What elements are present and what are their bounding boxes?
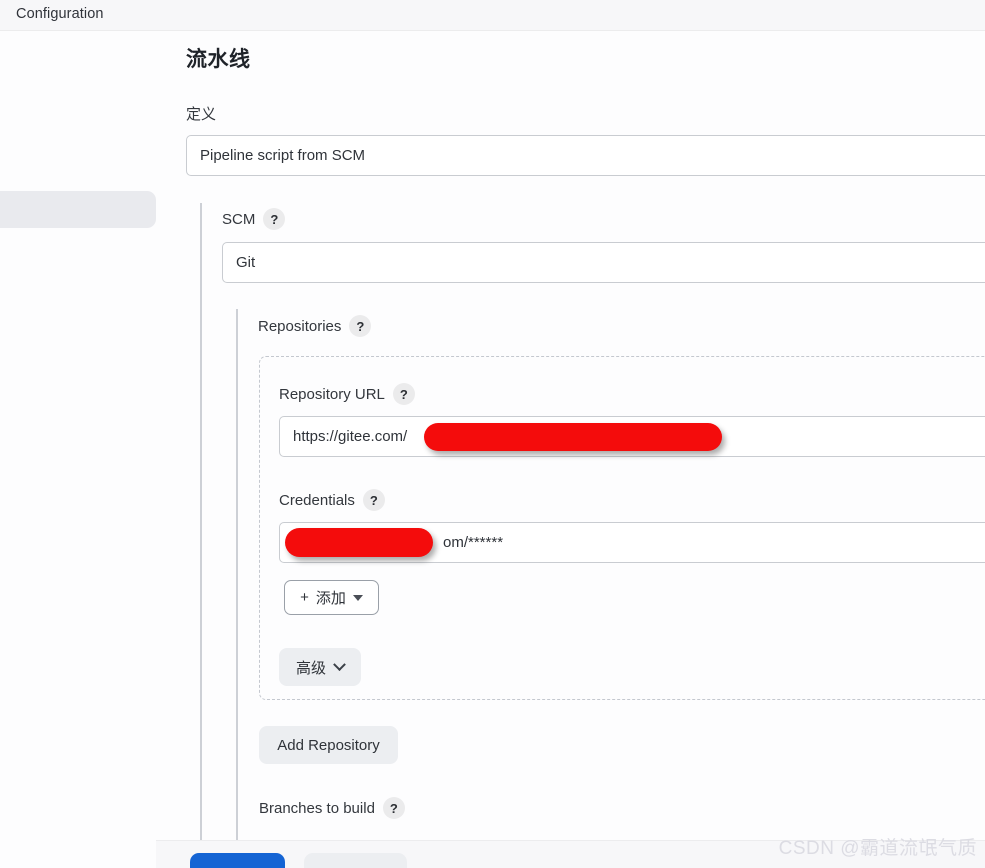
credentials-value-suffix: om/****** bbox=[443, 534, 504, 551]
repository-url-label: Repository URL ? bbox=[279, 383, 415, 405]
configuration-screen: Configuration 流水线 定义 Pipeline script fro… bbox=[0, 0, 985, 868]
question-mark-icon[interactable]: ? bbox=[362, 489, 385, 511]
advanced-button[interactable]: 高级 bbox=[279, 648, 361, 686]
redaction-bar-credentials bbox=[285, 528, 433, 557]
caret-down-icon bbox=[352, 594, 363, 601]
definition-label: 定义 bbox=[186, 103, 216, 124]
branches-to-build-label: Branches to build ? bbox=[259, 797, 405, 819]
branches-to-build-label-text: Branches to build bbox=[259, 799, 375, 817]
credentials-label-text: Credentials bbox=[279, 491, 355, 509]
repositories-nesting-rail bbox=[236, 309, 238, 858]
advanced-button-label: 高级 bbox=[295, 659, 326, 677]
plus-icon: + bbox=[300, 589, 309, 606]
question-mark-icon[interactable]: ? bbox=[349, 315, 372, 337]
scm-select[interactable]: Git bbox=[222, 242, 985, 283]
scm-nesting-rail bbox=[200, 203, 202, 858]
repositories-label-text: Repositories bbox=[258, 317, 342, 335]
add-repository-button-label: Add Repository bbox=[277, 736, 380, 754]
repository-url-label-text: Repository URL bbox=[279, 385, 385, 403]
add-credentials-button[interactable]: + 添加 bbox=[284, 580, 379, 615]
header-title: Configuration bbox=[16, 6, 104, 22]
save-button[interactable] bbox=[190, 853, 285, 868]
apply-button[interactable] bbox=[304, 853, 407, 868]
watermark: CSDN @霸道流氓气质 bbox=[778, 838, 977, 859]
question-mark-icon[interactable]: ? bbox=[392, 383, 415, 405]
definition-label-text: 定义 bbox=[186, 106, 217, 123]
sidebar-item-placeholder[interactable] bbox=[0, 191, 156, 228]
page-title: 流水线 bbox=[186, 48, 251, 71]
question-mark-icon[interactable]: ? bbox=[263, 208, 286, 230]
question-mark-icon[interactable]: ? bbox=[382, 797, 405, 819]
repositories-label: Repositories ? bbox=[258, 315, 372, 337]
top-header-bar: Configuration bbox=[0, 0, 985, 31]
definition-select[interactable]: Pipeline script from SCM bbox=[186, 135, 985, 176]
scm-select-value: Git bbox=[236, 254, 256, 271]
add-repository-button[interactable]: Add Repository bbox=[259, 726, 398, 764]
add-credentials-button-label: 添加 bbox=[315, 590, 346, 607]
chevron-down-icon bbox=[333, 657, 346, 671]
redaction-bar-repository-url bbox=[424, 423, 722, 451]
definition-select-value: Pipeline script from SCM bbox=[200, 147, 366, 164]
scm-label: SCM ? bbox=[222, 208, 286, 230]
credentials-label: Credentials ? bbox=[279, 489, 385, 511]
repository-url-value-prefix: https://gitee.com/ bbox=[293, 428, 408, 445]
scm-label-text: SCM bbox=[222, 210, 256, 228]
